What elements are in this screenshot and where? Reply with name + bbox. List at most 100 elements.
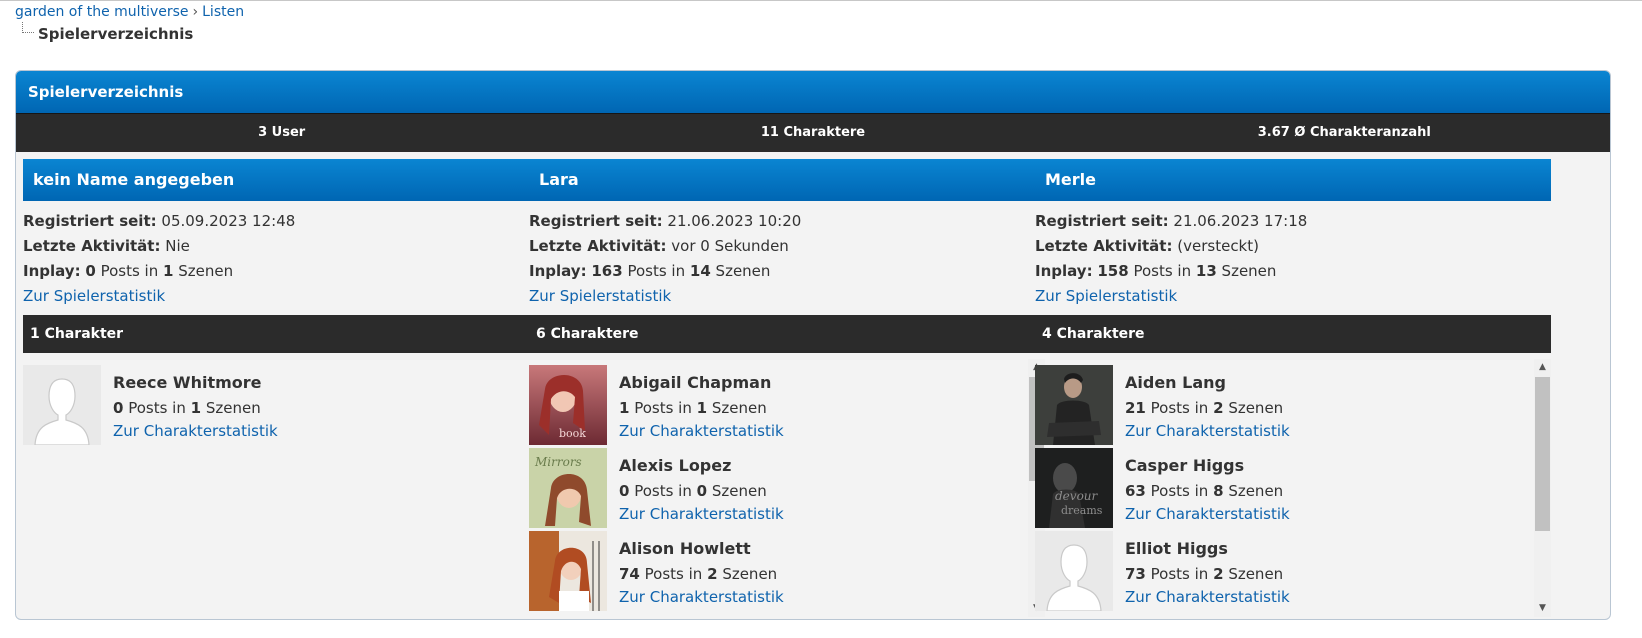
posts-in-text: Posts in xyxy=(1133,262,1192,280)
svg-text:dreams: dreams xyxy=(1061,504,1103,517)
player-stats-link[interactable]: Zur Spielerstatistik xyxy=(529,287,671,305)
player-name: kein Name angegeben xyxy=(23,159,539,201)
inplay-label: Inplay: xyxy=(1035,262,1093,280)
inplay-scenes: 1 xyxy=(163,262,174,280)
posts-in-text: Posts in xyxy=(128,399,186,417)
default-avatar-icon[interactable] xyxy=(23,365,101,445)
posts-in-text: Posts in xyxy=(634,482,692,500)
photo-red-hair-icon[interactable]: book xyxy=(529,365,607,445)
character-count-header: 4 Charaktere xyxy=(1035,315,1551,353)
posts-in-text: Posts in xyxy=(1150,565,1209,583)
character-list: book Abigail Chapman 1 Posts in 1 Szenen… xyxy=(529,359,1045,617)
character-name[interactable]: Alexis Lopez xyxy=(619,454,784,477)
character-stats-link[interactable]: Zur Charakterstatistik xyxy=(1125,588,1290,606)
character-stats-link[interactable]: Zur Charakterstatistik xyxy=(619,422,784,440)
posts-in-text: Posts in xyxy=(100,262,159,280)
player-name: Merle xyxy=(1035,159,1551,201)
character-posts: 0 xyxy=(619,482,630,500)
photo-dark-text-icon[interactable]: devour dreams xyxy=(1035,448,1113,528)
inplay-posts: 163 xyxy=(591,262,623,280)
inplay-label: Inplay: xyxy=(529,262,587,280)
posts-in-text: Posts in xyxy=(627,262,686,280)
registered-value: 21.06.2023 17:18 xyxy=(1173,212,1308,230)
photo-green-icon[interactable]: Mirrors xyxy=(529,448,607,528)
registered-value: 05.09.2023 12:48 xyxy=(161,212,296,230)
character-posts: 73 xyxy=(1125,565,1146,583)
last-activity-label: Letzte Aktivität: xyxy=(1035,237,1173,255)
stat-character-count: 11 Charaktere xyxy=(760,125,866,140)
posts-in-text: Posts in xyxy=(644,565,703,583)
character-stats-link[interactable]: Zur Charakterstatistik xyxy=(1125,505,1290,523)
character-name[interactable]: Reece Whitmore xyxy=(113,371,278,394)
scenes-text: Szenen xyxy=(1228,399,1284,417)
inplay-posts: 158 xyxy=(1097,262,1129,280)
character-posts: 63 xyxy=(1125,482,1146,500)
scenes-text: Szenen xyxy=(722,565,778,583)
scenes-text: Szenen xyxy=(711,482,767,500)
character-name[interactable]: Aiden Lang xyxy=(1125,371,1290,394)
last-activity-value: (versteckt) xyxy=(1177,237,1259,255)
character-list: Aiden Lang 21 Posts in 2 Szenen Zur Char… xyxy=(1035,359,1551,617)
player-directory-panel: Spielerverzeichnis 3 User 11 Charaktere … xyxy=(15,70,1611,620)
character-list-scrollbar[interactable]: ▲ ▼ xyxy=(1534,359,1551,617)
scenes-text: Szenen xyxy=(178,262,234,280)
inplay-posts: 0 xyxy=(85,262,96,280)
character-scenes: 1 xyxy=(696,399,708,417)
posts-in-text: Posts in xyxy=(1150,399,1209,417)
default-avatar-icon[interactable] xyxy=(1035,531,1113,611)
breadcrumb-current: Spielerverzeichnis xyxy=(38,25,194,43)
character-scenes: 2 xyxy=(1213,565,1224,583)
photo-orange-icon[interactable] xyxy=(529,531,607,611)
character-item: Elliot Higgs 73 Posts in 2 Szenen Zur Ch… xyxy=(1035,531,1525,611)
player-stats-link[interactable]: Zur Spielerstatistik xyxy=(23,287,165,305)
character-scenes: 0 xyxy=(696,482,708,500)
scenes-text: Szenen xyxy=(1228,565,1284,583)
last-activity-value: vor 0 Sekunden xyxy=(671,237,789,255)
inplay-label: Inplay: xyxy=(23,262,81,280)
last-activity-value: Nie xyxy=(165,237,190,255)
character-stats-link[interactable]: Zur Charakterstatistik xyxy=(619,588,784,606)
svg-text:book: book xyxy=(559,427,586,440)
character-item: Alison Howlett 74 Posts in 2 Szenen Zur … xyxy=(529,531,1019,611)
scrollbar-thumb[interactable] xyxy=(1535,377,1550,531)
character-name[interactable]: Abigail Chapman xyxy=(619,371,784,394)
scenes-text: Szenen xyxy=(205,399,261,417)
registered-label: Registriert seit: xyxy=(1035,212,1169,230)
player-stats-link[interactable]: Zur Spielerstatistik xyxy=(1035,287,1177,305)
registered-label: Registriert seit: xyxy=(529,212,663,230)
player-info: Registriert seit: 05.09.2023 12:48 Letzt… xyxy=(23,201,539,309)
top-rule xyxy=(0,0,1642,1)
character-stats-link[interactable]: Zur Charakterstatistik xyxy=(1125,422,1290,440)
player-name: Lara xyxy=(529,159,1045,201)
player-info: Registriert seit: 21.06.2023 17:18 Letzt… xyxy=(1035,201,1551,309)
scroll-up-arrow-icon[interactable]: ▲ xyxy=(1534,359,1551,376)
player-column-1: kein Name angegeben Registriert seit: 05… xyxy=(23,159,539,617)
breadcrumb-section-link[interactable]: Listen xyxy=(202,4,244,20)
photo-dark-man-icon[interactable] xyxy=(1035,365,1113,445)
character-posts: 0 xyxy=(113,399,124,417)
posts-in-text: Posts in xyxy=(1150,482,1209,500)
svg-text:devour: devour xyxy=(1055,489,1099,503)
breadcrumb: garden of the multiverse › Listen xyxy=(15,3,244,21)
breadcrumb-forum-link[interactable]: garden of the multiverse xyxy=(15,4,189,20)
character-posts: 74 xyxy=(619,565,640,583)
character-name[interactable]: Alison Howlett xyxy=(619,537,784,560)
panel-title: Spielerverzeichnis xyxy=(16,71,1610,113)
registered-label: Registriert seit: xyxy=(23,212,157,230)
last-activity-label: Letzte Aktivität: xyxy=(529,237,667,255)
character-stats-link[interactable]: Zur Charakterstatistik xyxy=(113,422,278,440)
character-name[interactable]: Elliot Higgs xyxy=(1125,537,1290,560)
character-item: devour dreams Casper Higgs 63 Posts in 8 … xyxy=(1035,448,1525,528)
character-count-header: 1 Charakter xyxy=(23,315,539,353)
character-posts: 21 xyxy=(1125,399,1146,417)
scroll-down-arrow-icon[interactable]: ▼ xyxy=(1534,600,1551,617)
character-name[interactable]: Casper Higgs xyxy=(1125,454,1290,477)
scenes-text: Szenen xyxy=(715,262,771,280)
character-item: Reece Whitmore 0 Posts in 1 Szenen Zur C… xyxy=(23,365,513,445)
character-stats-link[interactable]: Zur Charakterstatistik xyxy=(619,505,784,523)
svg-text:Mirrors: Mirrors xyxy=(534,455,582,469)
scenes-text: Szenen xyxy=(711,399,767,417)
character-scenes: 2 xyxy=(707,565,718,583)
character-count-header: 6 Charaktere xyxy=(529,315,1045,353)
character-item: Mirrors Alexis Lopez 0 Posts in 0 Szenen… xyxy=(529,448,1019,528)
